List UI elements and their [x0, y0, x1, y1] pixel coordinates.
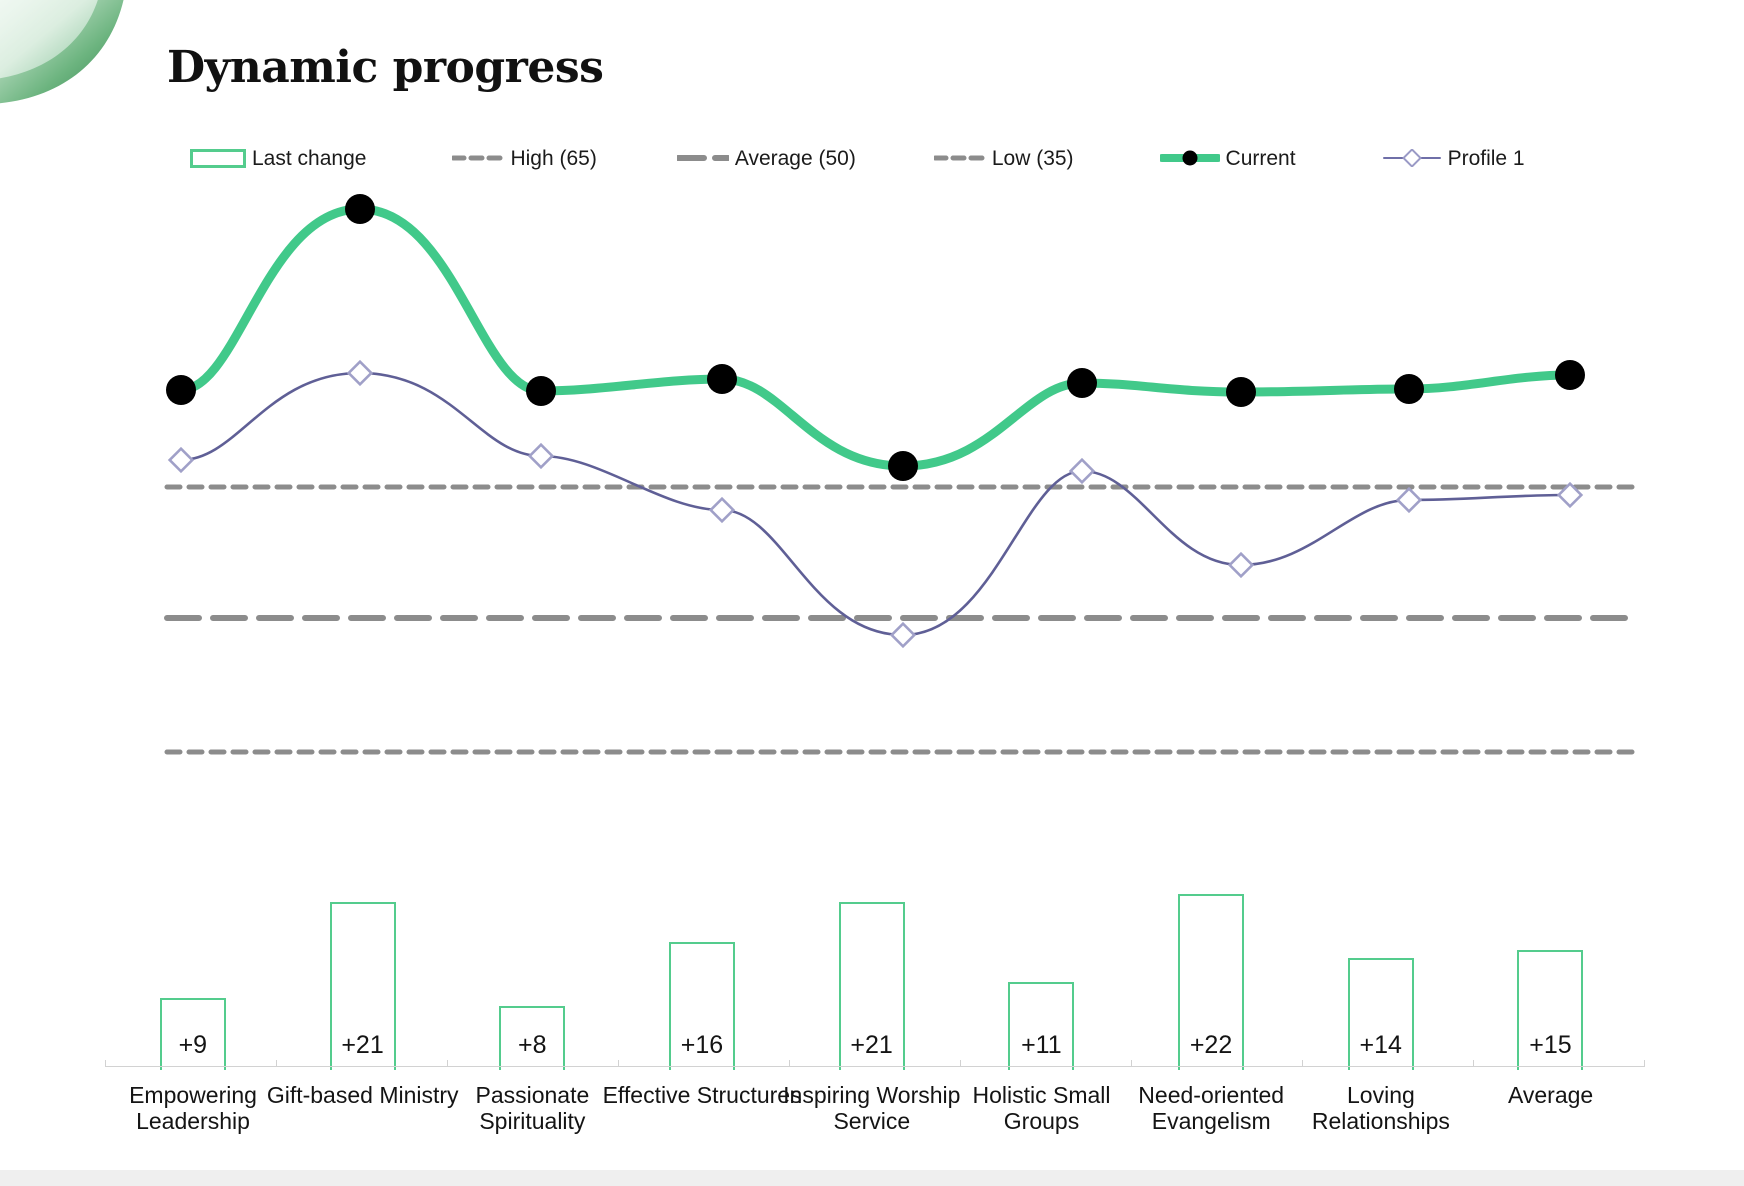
bar-cell[interactable]: +9: [108, 770, 278, 1070]
axis-tick: [618, 1060, 619, 1067]
axis-tick: [789, 1060, 790, 1067]
axis-tick: [1473, 1060, 1474, 1067]
axis-tick: [1302, 1060, 1303, 1067]
axis-tick: [447, 1060, 448, 1067]
axis-tick: [105, 1060, 106, 1067]
legend-dashed-line-icon: [450, 151, 506, 165]
legend-label: Last change: [252, 146, 367, 170]
axis-tick: [960, 1060, 961, 1067]
bar-value-label: +21: [341, 1031, 384, 1059]
profile-1-markers: [167, 359, 1584, 649]
bar-value-label: +21: [850, 1031, 893, 1059]
bar-cell[interactable]: +8: [447, 770, 617, 1070]
chart-legend: Last change High (65) Average (50) Low (…: [190, 140, 1640, 176]
chart-page: Dynamic progress Last change High (65) A…: [0, 0, 1744, 1186]
bar-value-label: +14: [1359, 1031, 1402, 1059]
line-chart-plot: [164, 194, 1641, 755]
leaf-logo-icon: [0, 0, 150, 120]
legend-label: Low (35): [991, 146, 1074, 170]
legend-item-last-change[interactable]: Last change: [190, 148, 366, 169]
bar-cell[interactable]: +11: [957, 770, 1127, 1070]
legend-bar-outline-icon: [190, 148, 246, 168]
category-label: Average: [1507, 1082, 1594, 1108]
bar-value-label: +16: [680, 1031, 724, 1059]
bar-value-label: +15: [1529, 1031, 1572, 1059]
legend-item-average[interactable]: Average (50): [674, 146, 856, 170]
axis-tick: [1644, 1060, 1645, 1067]
x-axis-categories: Empowering Leadership Gift-based Ministr…: [108, 1082, 1636, 1162]
bar-cell[interactable]: +21: [278, 770, 448, 1070]
x-axis-line: [105, 1066, 1645, 1067]
current-line: [176, 204, 1575, 471]
bottom-strip: [0, 1170, 1744, 1186]
legend-label: Current: [1225, 146, 1296, 170]
bar-cell[interactable]: +21: [787, 770, 957, 1070]
bar-value-label: +22: [1189, 1031, 1233, 1059]
bar-value-label: +8: [517, 1031, 547, 1059]
bar-value-label: +11: [1021, 1031, 1062, 1059]
legend-dashed-line-icon: [932, 151, 988, 165]
legend-long-dashed-line-icon: [674, 151, 731, 165]
bar-cell[interactable]: +16: [617, 770, 787, 1070]
legend-item-profile-1[interactable]: Profile 1: [1382, 148, 1525, 169]
profile-1-line: [179, 371, 1572, 637]
page-title: Dynamic progress: [167, 42, 604, 93]
legend-item-high[interactable]: High (65): [450, 146, 597, 170]
legend-profile-marker-icon: [1382, 148, 1442, 168]
last-change-bars: +9 +21 +8 +16 +21 +11 +22 +14 +15: [108, 770, 1636, 1070]
bar-cell[interactable]: +22: [1126, 770, 1296, 1070]
bar-value-label: +9: [178, 1031, 208, 1059]
bar-cell[interactable]: +15: [1466, 770, 1636, 1070]
legend-label: Average (50): [734, 146, 856, 170]
legend-item-current[interactable]: Current: [1157, 146, 1296, 170]
current-markers: [166, 194, 1585, 481]
axis-tick: [1131, 1060, 1132, 1067]
bar-cell[interactable]: +14: [1296, 770, 1466, 1070]
legend-label: Profile 1: [1447, 146, 1525, 170]
axis-tick: [276, 1060, 277, 1067]
legend-current-marker-icon: [1157, 149, 1222, 167]
legend-item-low[interactable]: Low (35): [932, 146, 1074, 170]
legend-label: High (65): [510, 146, 597, 170]
